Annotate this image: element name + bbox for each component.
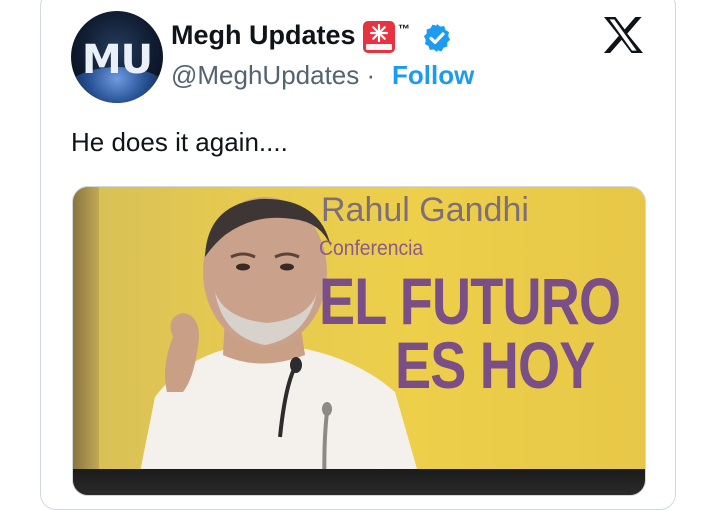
video-bottom-bar [73,469,645,495]
siren-emoji-icon [363,21,395,53]
follow-button[interactable]: Follow [392,60,474,91]
x-logo-icon[interactable] [602,16,644,54]
poster-subtitle-text: Conferencia [319,237,424,260]
separator-dot: · [366,60,376,90]
avatar-text: MU [81,37,153,83]
handle-text[interactable]: @MeghUpdates [171,60,359,90]
avatar[interactable]: MU [71,11,163,103]
trademark-mark: ™ [398,22,410,36]
author-handle[interactable]: @MeghUpdates · [171,60,375,91]
tweet-text: He does it again.... [71,127,288,157]
poster-headline-line2: ES HOY [395,328,595,402]
video-thumbnail[interactable]: Rahul Gandhi Conferencia EL FUTURO ES HO… [72,186,646,496]
author-display-name[interactable]: Megh Updates [171,20,356,51]
verified-badge-icon [423,24,451,52]
poster-name-text: Rahul Gandhi [321,191,529,229]
